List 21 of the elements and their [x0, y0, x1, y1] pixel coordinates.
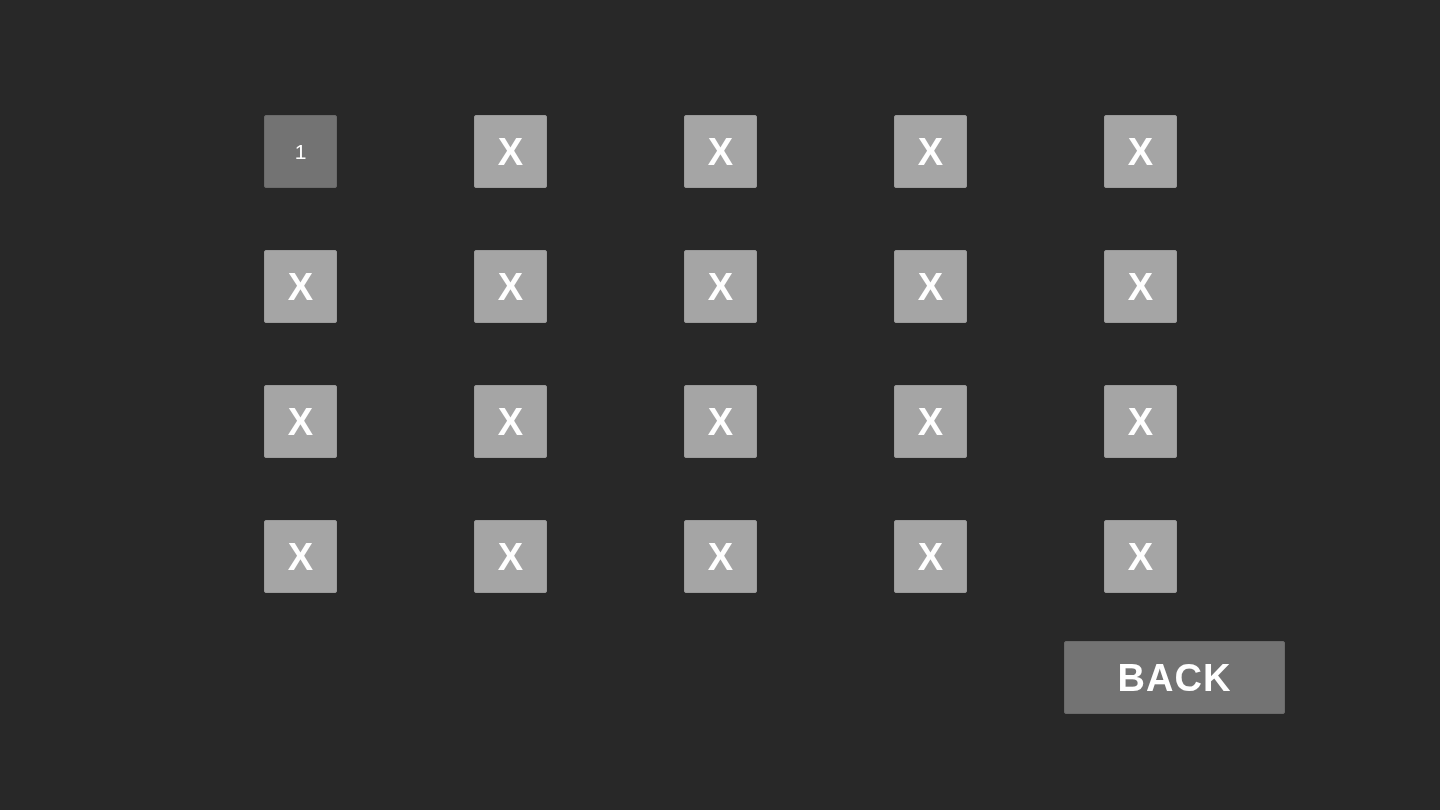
locked-level-tile[interactable]: X: [264, 250, 337, 323]
locked-level-tile[interactable]: X: [474, 115, 547, 188]
locked-level-tile[interactable]: X: [894, 385, 967, 458]
locked-level-tile[interactable]: X: [1104, 250, 1177, 323]
locked-level-tile[interactable]: X: [684, 115, 757, 188]
locked-level-tile[interactable]: X: [1104, 520, 1177, 593]
locked-level-tile[interactable]: X: [684, 250, 757, 323]
locked-level-tile[interactable]: X: [894, 115, 967, 188]
locked-level-tile[interactable]: X: [474, 520, 547, 593]
level-tile[interactable]: 1: [264, 115, 337, 188]
locked-level-tile[interactable]: X: [894, 250, 967, 323]
back-button[interactable]: BACK: [1064, 641, 1285, 714]
locked-level-tile[interactable]: X: [264, 520, 337, 593]
locked-level-tile[interactable]: X: [474, 385, 547, 458]
locked-level-tile[interactable]: X: [1104, 115, 1177, 188]
locked-level-tile[interactable]: X: [264, 385, 337, 458]
locked-level-tile[interactable]: X: [684, 520, 757, 593]
locked-level-tile[interactable]: X: [1104, 385, 1177, 458]
locked-level-tile[interactable]: X: [474, 250, 547, 323]
locked-level-tile[interactable]: X: [894, 520, 967, 593]
locked-level-tile[interactable]: X: [684, 385, 757, 458]
